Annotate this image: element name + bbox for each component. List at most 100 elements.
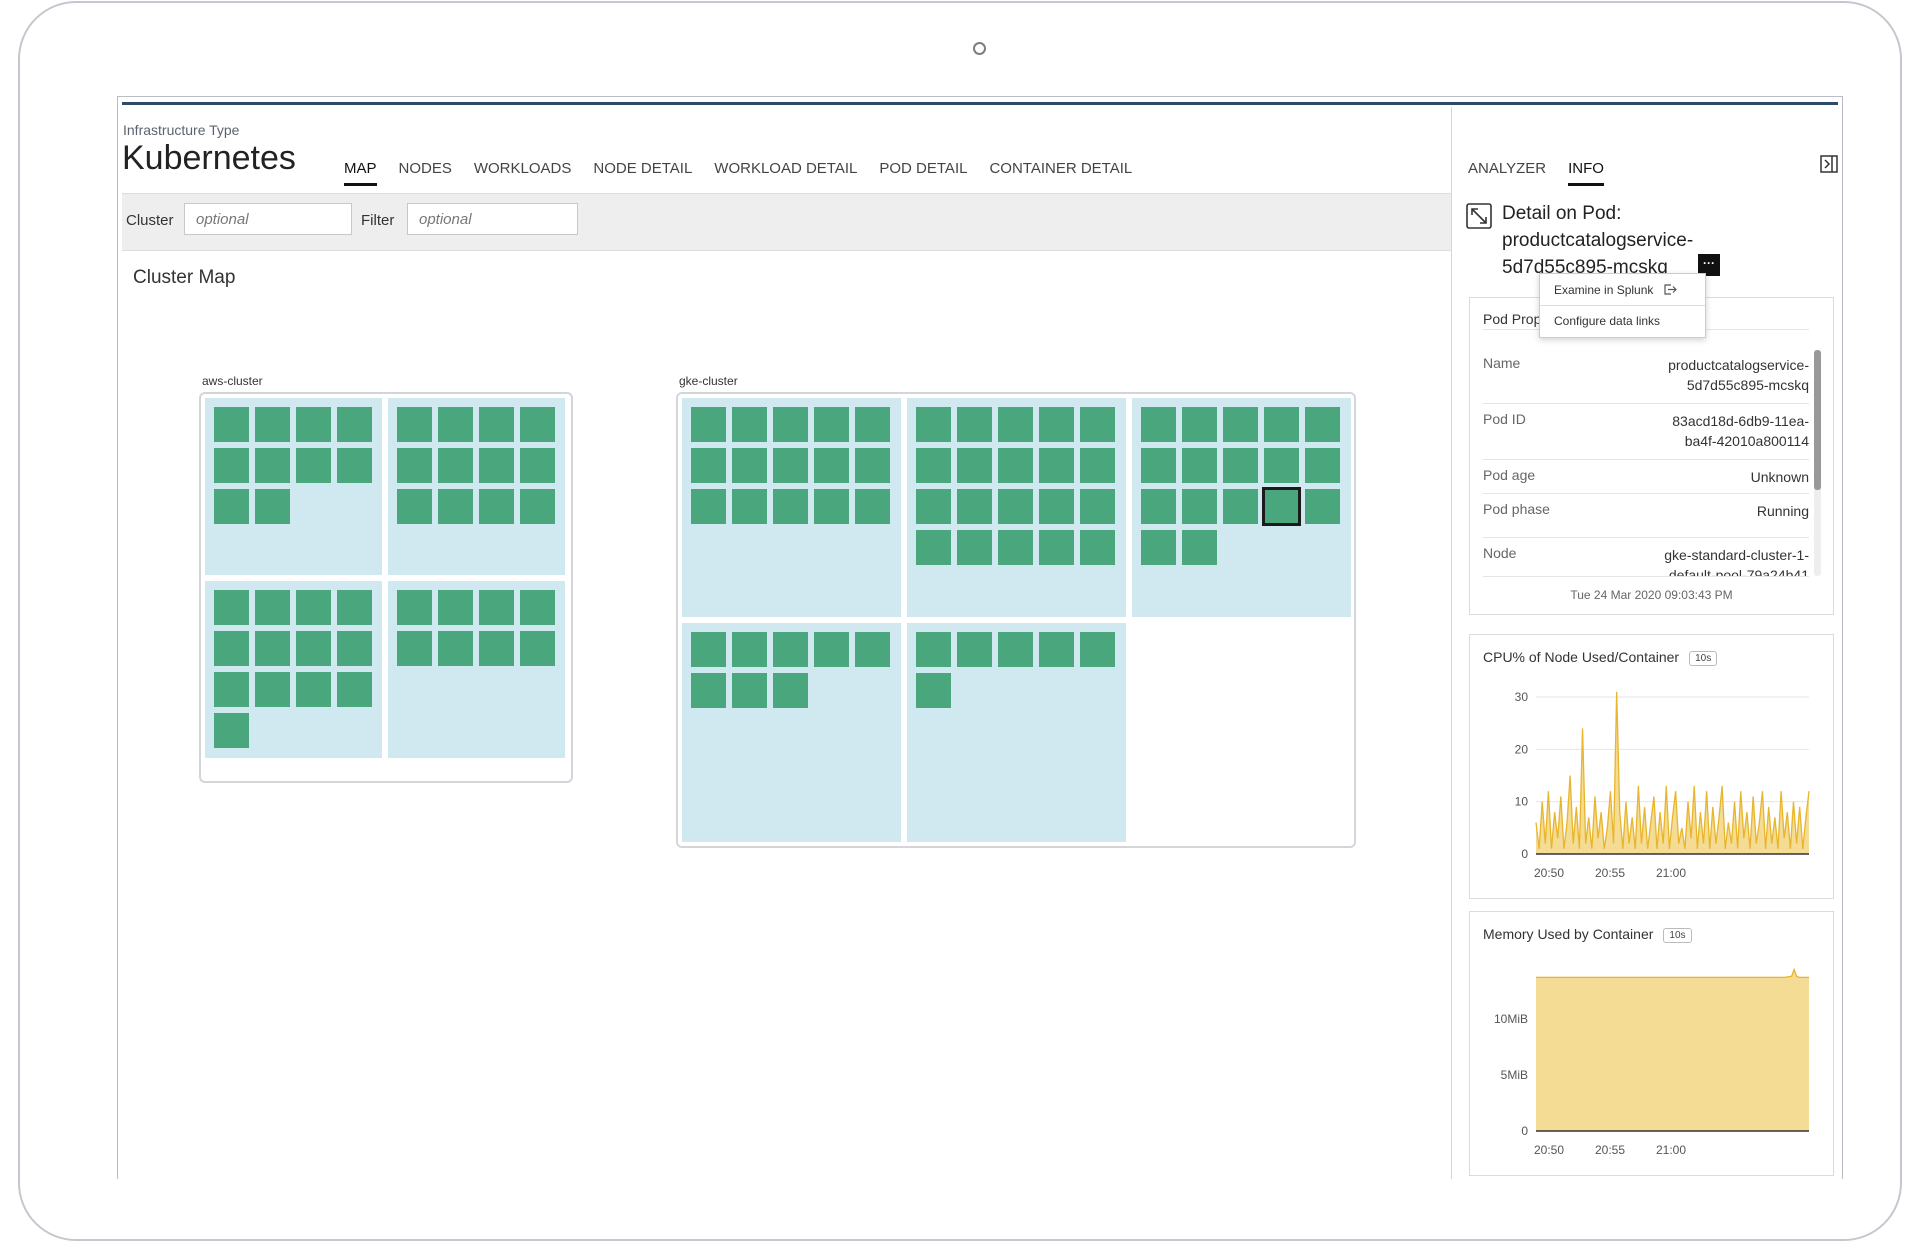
pod[interactable] (773, 407, 808, 442)
pod[interactable] (1182, 489, 1217, 524)
pod[interactable] (337, 407, 372, 442)
pod[interactable] (814, 407, 849, 442)
pod[interactable] (438, 407, 473, 442)
pod[interactable] (438, 489, 473, 524)
pod[interactable] (214, 672, 249, 707)
pod[interactable] (296, 672, 331, 707)
memory-chart[interactable]: 0 5MiB 10MiB 20:50 20:55 21:00 (1470, 912, 1833, 1175)
pod[interactable] (957, 632, 992, 667)
pod[interactable] (479, 407, 514, 442)
pod[interactable] (773, 673, 808, 708)
pod[interactable] (732, 448, 767, 483)
pod[interactable] (691, 632, 726, 667)
pod[interactable] (214, 631, 249, 666)
pod[interactable] (1264, 407, 1299, 442)
pod[interactable] (691, 407, 726, 442)
pod[interactable] (1182, 530, 1217, 565)
cluster-input[interactable] (184, 203, 352, 235)
cluster-aws[interactable] (199, 392, 573, 783)
pod[interactable] (214, 713, 249, 748)
pod[interactable] (1305, 407, 1340, 442)
menu-item-configure[interactable]: Configure data links (1554, 314, 1660, 328)
pod[interactable] (814, 489, 849, 524)
pod[interactable] (773, 448, 808, 483)
pod[interactable] (1080, 632, 1115, 667)
pod[interactable] (520, 448, 555, 483)
pod[interactable] (337, 448, 372, 483)
filter-input[interactable] (407, 203, 578, 235)
pod[interactable] (255, 448, 290, 483)
pod[interactable] (520, 590, 555, 625)
pod[interactable] (479, 590, 514, 625)
pod[interactable] (916, 673, 951, 708)
k8s-node[interactable] (205, 398, 382, 575)
pod[interactable] (1223, 407, 1258, 442)
pod[interactable] (1141, 489, 1176, 524)
pod[interactable] (255, 672, 290, 707)
pod[interactable] (916, 407, 951, 442)
pod[interactable] (1080, 448, 1115, 483)
pod[interactable] (214, 489, 249, 524)
pod[interactable] (998, 448, 1033, 483)
pod[interactable] (1305, 448, 1340, 483)
expand-icon[interactable] (1466, 203, 1492, 229)
pod[interactable] (1182, 407, 1217, 442)
pod[interactable] (337, 590, 372, 625)
pod[interactable] (814, 632, 849, 667)
pod[interactable] (957, 489, 992, 524)
pod[interactable] (1141, 448, 1176, 483)
cpu-chart[interactable]: 0 10 20 30 20:50 20:55 21:00 (1470, 635, 1833, 898)
pod[interactable] (296, 407, 331, 442)
tab-info[interactable]: INFO (1568, 160, 1604, 186)
k8s-node[interactable] (907, 398, 1126, 617)
pod[interactable] (732, 407, 767, 442)
pod[interactable] (438, 631, 473, 666)
k8s-node[interactable] (907, 623, 1126, 842)
pod[interactable] (397, 489, 432, 524)
tab-workloads[interactable]: WORKLOADS (474, 160, 572, 186)
pod[interactable] (520, 631, 555, 666)
pod[interactable] (957, 448, 992, 483)
pod[interactable] (1305, 489, 1340, 524)
pod[interactable] (397, 590, 432, 625)
selected-pod[interactable] (1262, 487, 1301, 526)
pod[interactable] (520, 407, 555, 442)
pod[interactable] (1223, 489, 1258, 524)
pod[interactable] (1080, 407, 1115, 442)
pod[interactable] (479, 489, 514, 524)
pod[interactable] (732, 632, 767, 667)
pod[interactable] (1080, 530, 1115, 565)
pod[interactable] (957, 407, 992, 442)
pod[interactable] (855, 407, 890, 442)
pod[interactable] (773, 632, 808, 667)
k8s-node[interactable] (388, 398, 565, 575)
pod[interactable] (214, 590, 249, 625)
pod[interactable] (855, 489, 890, 524)
pod[interactable] (691, 673, 726, 708)
pod[interactable] (255, 407, 290, 442)
pod[interactable] (1080, 489, 1115, 524)
pod[interactable] (337, 672, 372, 707)
pod[interactable] (957, 530, 992, 565)
pod[interactable] (337, 631, 372, 666)
menu-item-examine[interactable]: Examine in Splunk (1554, 283, 1677, 297)
pod[interactable] (438, 448, 473, 483)
pod[interactable] (916, 632, 951, 667)
k8s-node[interactable] (682, 398, 901, 617)
pod[interactable] (855, 632, 890, 667)
tab-pod-detail[interactable]: POD DETAIL (879, 160, 967, 186)
pod[interactable] (732, 673, 767, 708)
pod[interactable] (214, 448, 249, 483)
pod[interactable] (397, 407, 432, 442)
pod[interactable] (255, 590, 290, 625)
cluster-gke[interactable] (676, 392, 1356, 848)
k8s-node[interactable] (205, 581, 382, 758)
pod[interactable] (855, 448, 890, 483)
k8s-node[interactable] (1132, 398, 1351, 617)
pod[interactable] (916, 530, 951, 565)
pod[interactable] (773, 489, 808, 524)
k8s-node[interactable] (388, 581, 565, 758)
collapse-panel-icon[interactable] (1820, 155, 1838, 173)
pod[interactable] (691, 489, 726, 524)
k8s-node[interactable] (682, 623, 901, 842)
